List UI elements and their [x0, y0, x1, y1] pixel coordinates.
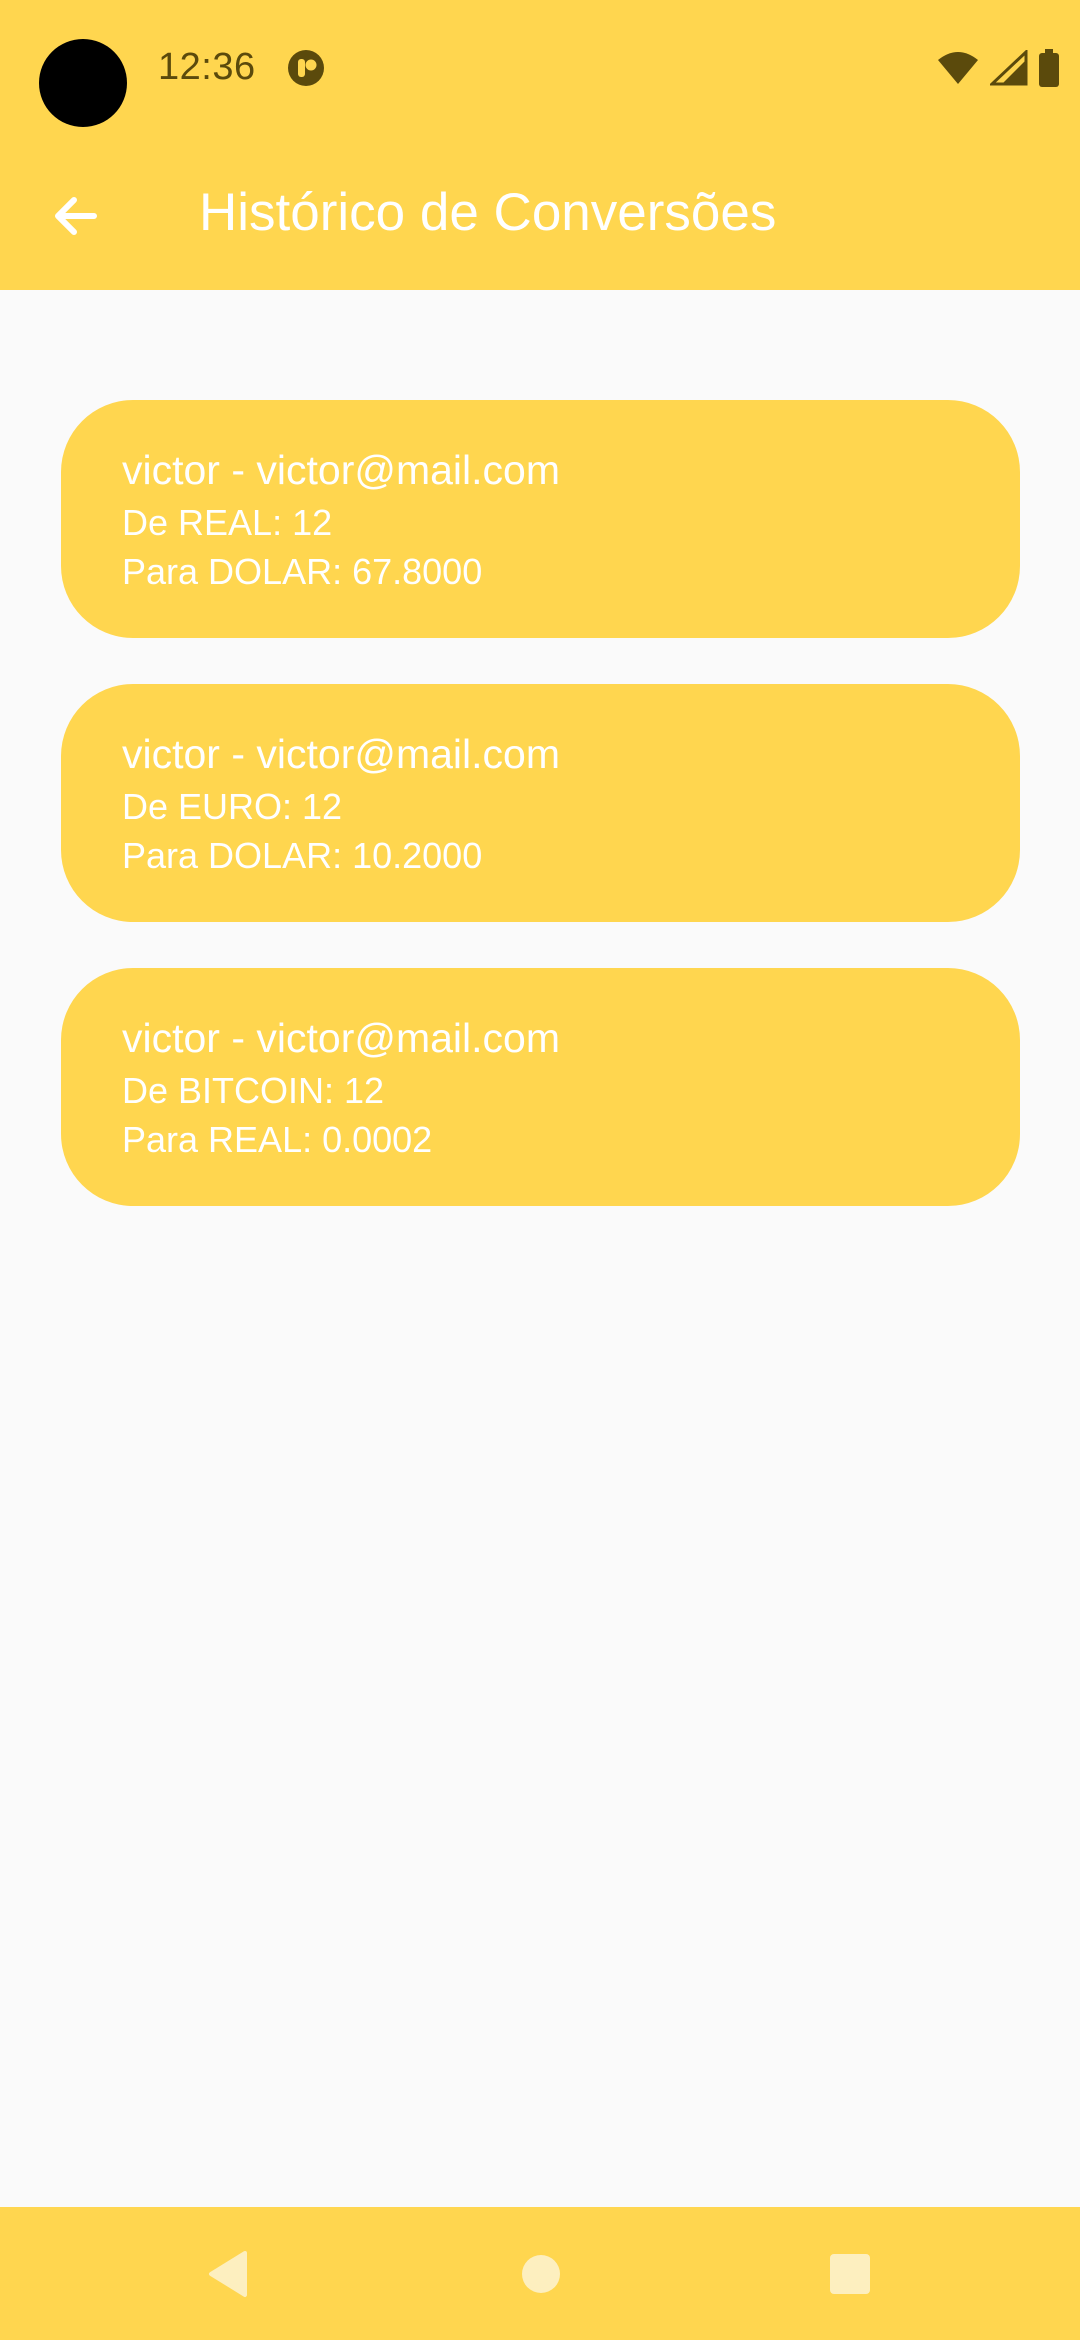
nav-back-button[interactable] [157, 2207, 297, 2340]
camera-cutout [39, 39, 127, 127]
conversion-list: victor - victor@mail.com De REAL: 12 Par… [61, 400, 1020, 1252]
nav-home-icon [522, 2254, 560, 2293]
conversion-to: Para DOLAR: 67.8000 [122, 551, 483, 592]
nav-home-button[interactable] [471, 2207, 611, 2340]
page-title: Histórico de Conversões [199, 183, 777, 242]
app-notification-icon [288, 50, 324, 86]
app-bar: Histórico de Conversões [0, 140, 1080, 290]
top-container: 12:36 Histórico de Conversões [0, 0, 1080, 290]
nav-recents-icon [830, 2253, 870, 2294]
conversion-user: victor - victor@mail.com [122, 447, 560, 493]
signal-icon [990, 50, 1028, 86]
nav-back-icon [209, 2250, 247, 2297]
conversion-user: victor - victor@mail.com [122, 731, 560, 777]
conversion-card[interactable]: victor - victor@mail.com De EURO: 12 Par… [61, 684, 1020, 922]
nav-recents-button[interactable] [780, 2207, 920, 2340]
conversion-to: Para DOLAR: 10.2000 [122, 835, 483, 876]
system-icons [936, 48, 1060, 88]
conversion-from: De REAL: 12 [122, 502, 333, 543]
status-time: 12:36 [158, 46, 256, 88]
wifi-icon [938, 52, 978, 84]
arrow-back-icon[interactable] [44, 184, 108, 248]
conversion-user: victor - victor@mail.com [122, 1015, 560, 1061]
conversion-card[interactable]: victor - victor@mail.com De REAL: 12 Par… [61, 400, 1020, 638]
status-bar: 12:36 [0, 0, 1080, 140]
conversion-card[interactable]: victor - victor@mail.com De BITCOIN: 12 … [61, 968, 1020, 1206]
battery-icon [1039, 49, 1059, 87]
conversion-from: De BITCOIN: 12 [122, 1070, 385, 1111]
conversion-to: Para REAL: 0.0002 [122, 1119, 433, 1160]
navigation-bar [0, 2207, 1080, 2340]
conversion-from: De EURO: 12 [122, 786, 343, 827]
